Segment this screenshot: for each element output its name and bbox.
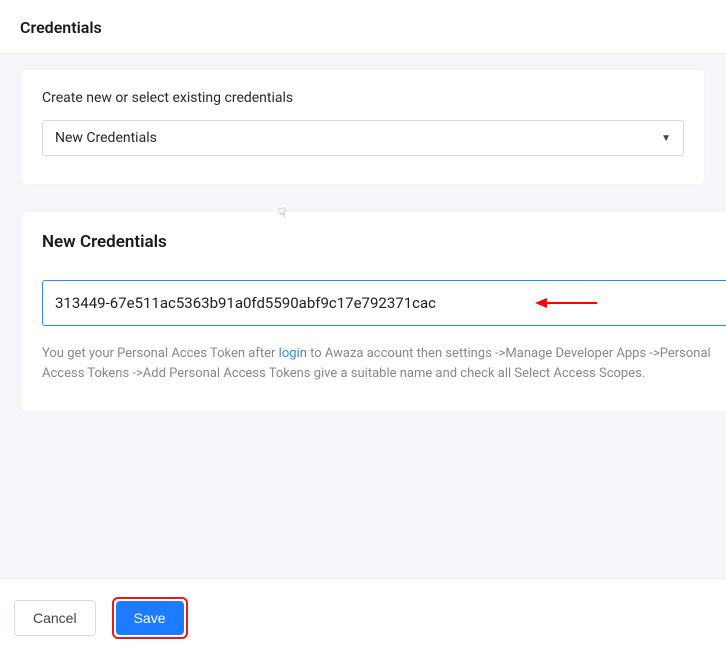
credentials-select[interactable]: New Credentials ▼ — [42, 120, 684, 156]
login-link[interactable]: login — [279, 346, 307, 361]
token-help-text: You get your Personal Acces Token after … — [42, 344, 726, 383]
page-header: Credentials — [0, 0, 726, 54]
save-button[interactable]: Save — [116, 601, 184, 635]
token-input-wrap — [42, 280, 726, 326]
dialog-footer: Cancel Save — [0, 578, 726, 657]
page-body: Create new or select existing credential… — [0, 54, 726, 581]
credentials-select-label: Create new or select existing credential… — [42, 90, 684, 106]
page-title: Credentials — [20, 18, 706, 37]
save-button-highlight: Save — [112, 597, 188, 639]
new-credentials-panel: New Credentials You get your Personal Ac… — [22, 212, 726, 411]
help-text-pre: You get your Personal Acces Token after — [42, 346, 279, 361]
credentials-select-panel: Create new or select existing credential… — [22, 70, 704, 184]
token-input[interactable] — [42, 280, 726, 326]
credentials-select-value: New Credentials — [55, 130, 157, 146]
new-credentials-heading: New Credentials — [42, 232, 726, 252]
caret-down-icon: ▼ — [661, 133, 671, 144]
cancel-button[interactable]: Cancel — [14, 600, 96, 636]
